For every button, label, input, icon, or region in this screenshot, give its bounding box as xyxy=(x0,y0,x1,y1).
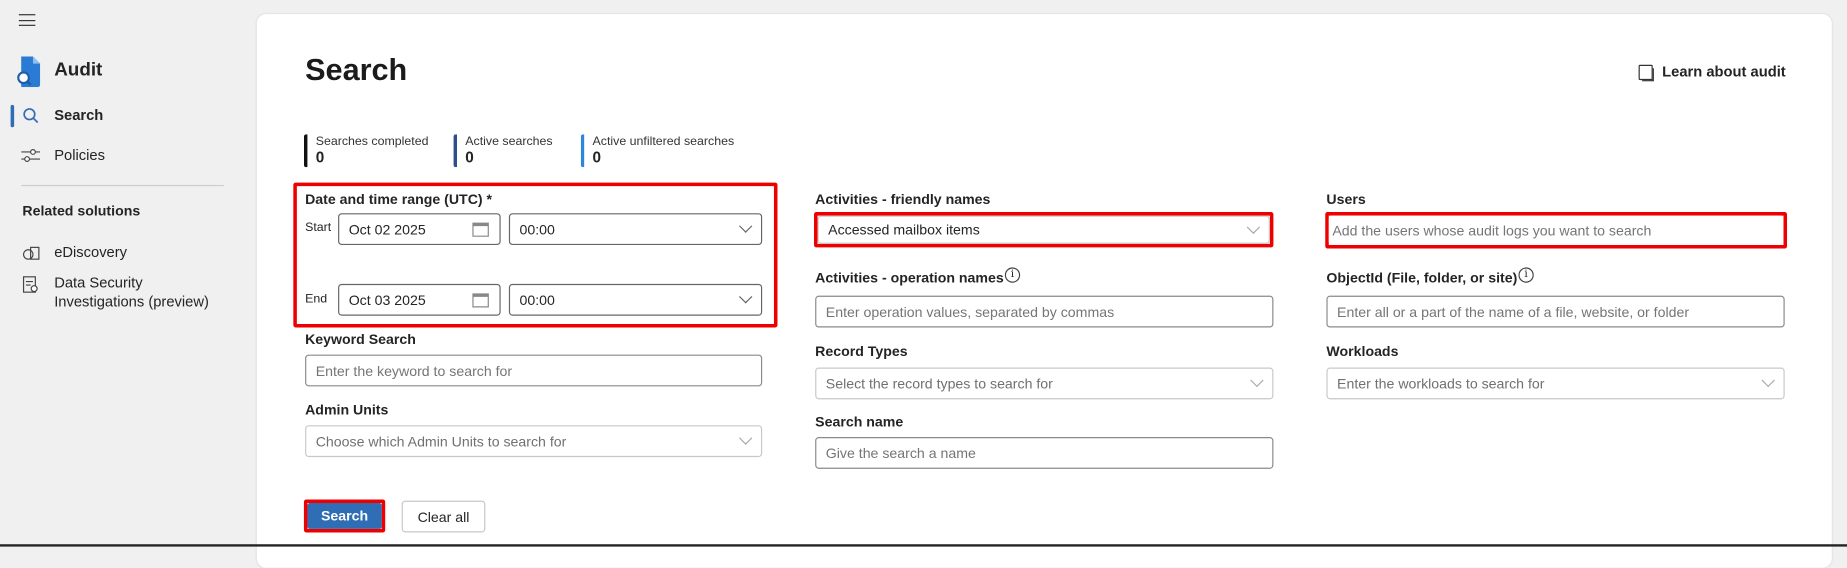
workloads-label: Workloads xyxy=(1326,342,1399,360)
chevron-down-icon xyxy=(739,431,753,445)
activities-operation-label: Activities - operation names xyxy=(815,269,1004,287)
investigation-icon xyxy=(21,276,40,295)
stat-searches-completed: Searches completed 0 xyxy=(303,134,429,168)
sidebar-item-data-security-investigations[interactable]: Data Security Investigations (preview) xyxy=(21,273,219,311)
info-icon[interactable]: i xyxy=(1004,267,1021,283)
activities-operation-input[interactable] xyxy=(815,295,1274,328)
learn-about-audit-link[interactable]: Learn about audit xyxy=(1638,63,1786,81)
end-label: End xyxy=(305,292,328,307)
start-label: Start xyxy=(305,220,332,235)
stat-value: 0 xyxy=(592,148,602,167)
sidebar-item-ediscovery[interactable]: eDiscovery xyxy=(21,243,127,262)
admin-units-select[interactable]: Choose which Admin Units to search for xyxy=(305,425,763,458)
search-name-label: Search name xyxy=(815,413,904,430)
ediscovery-icon xyxy=(21,243,40,262)
record-types-label: Record Types xyxy=(815,342,908,360)
stat-active-unfiltered-searches: Active unfiltered searches 0 xyxy=(580,134,735,168)
sliders-icon xyxy=(21,146,41,165)
sidebar-item-label: Data Security Investigations (preview) xyxy=(54,274,209,310)
page-title: Search xyxy=(305,51,408,88)
end-time-value: 00:00 xyxy=(519,291,555,309)
keyword-search-input[interactable] xyxy=(305,354,763,387)
learn-link-label: Learn about audit xyxy=(1662,63,1786,81)
chevron-down-icon xyxy=(739,290,753,304)
admin-units-label: Admin Units xyxy=(305,401,389,419)
active-indicator xyxy=(10,104,15,128)
end-date-value: Oct 03 2025 xyxy=(348,291,426,309)
users-input[interactable] xyxy=(1328,215,1784,246)
admin-units-placeholder: Choose which Admin Units to search for xyxy=(315,432,567,450)
app-title: Audit xyxy=(54,60,103,81)
stat-label: Active unfiltered searches xyxy=(592,134,735,149)
start-time-select[interactable]: 00:00 xyxy=(508,213,763,246)
keyword-search-label: Keyword Search xyxy=(305,331,416,348)
sidebar-divider xyxy=(21,184,224,187)
chevron-down-icon xyxy=(739,219,753,233)
stat-value: 0 xyxy=(315,148,325,167)
search-name-input[interactable] xyxy=(815,437,1274,469)
search-icon xyxy=(21,106,40,125)
chevron-down-icon xyxy=(1246,220,1261,235)
start-date-value: Oct 02 2025 xyxy=(348,220,426,238)
stat-label: Active searches xyxy=(465,134,553,149)
calendar-icon[interactable] xyxy=(472,222,489,237)
info-icon[interactable]: i xyxy=(1518,267,1534,283)
object-id-input[interactable] xyxy=(1326,295,1785,328)
workloads-placeholder: Enter the workloads to search for xyxy=(1337,375,1545,392)
bottom-edge xyxy=(0,544,1847,547)
sidebar-item-label: eDiscovery xyxy=(54,243,128,261)
sidebar-item-label: Search xyxy=(54,107,104,124)
sidebar-item-search[interactable]: Search xyxy=(21,106,103,125)
stat-label: Searches completed xyxy=(315,134,429,149)
date-range-label: Date and time range (UTC) * xyxy=(305,190,493,208)
start-time-value: 00:00 xyxy=(519,220,555,238)
activities-friendly-label: Activities - friendly names xyxy=(815,190,991,208)
sidebar-item-policies[interactable]: Policies xyxy=(21,146,105,165)
record-types-select[interactable]: Select the record types to search for xyxy=(815,367,1274,400)
search-button[interactable]: Search xyxy=(307,503,382,529)
sidebar-item-label: Policies xyxy=(54,147,105,164)
record-types-placeholder: Select the record types to search for xyxy=(825,375,1053,392)
activities-friendly-select[interactable]: Accessed mailbox items xyxy=(817,215,1270,244)
activities-friendly-value: Accessed mailbox items xyxy=(828,221,980,238)
related-solutions-heading: Related solutions xyxy=(22,202,141,220)
end-date-picker[interactable]: Oct 03 2025 xyxy=(338,283,501,316)
users-label: Users xyxy=(1326,190,1366,208)
workloads-select[interactable]: Enter the workloads to search for xyxy=(1326,367,1785,400)
object-id-label: ObjectId (File, folder, or site) xyxy=(1326,269,1518,287)
stat-active-searches: Active searches 0 xyxy=(453,134,553,168)
calendar-icon[interactable] xyxy=(472,293,489,308)
end-time-select[interactable]: 00:00 xyxy=(508,283,763,316)
document-icon xyxy=(1638,64,1653,80)
hamburger-menu-icon[interactable] xyxy=(18,14,36,26)
audit-app-icon xyxy=(16,56,42,88)
stat-value: 0 xyxy=(465,148,474,167)
chevron-down-icon xyxy=(1761,373,1775,388)
clear-all-button[interactable]: Clear all xyxy=(401,500,486,533)
start-date-picker[interactable]: Oct 02 2025 xyxy=(338,213,501,246)
chevron-down-icon xyxy=(1250,373,1264,388)
